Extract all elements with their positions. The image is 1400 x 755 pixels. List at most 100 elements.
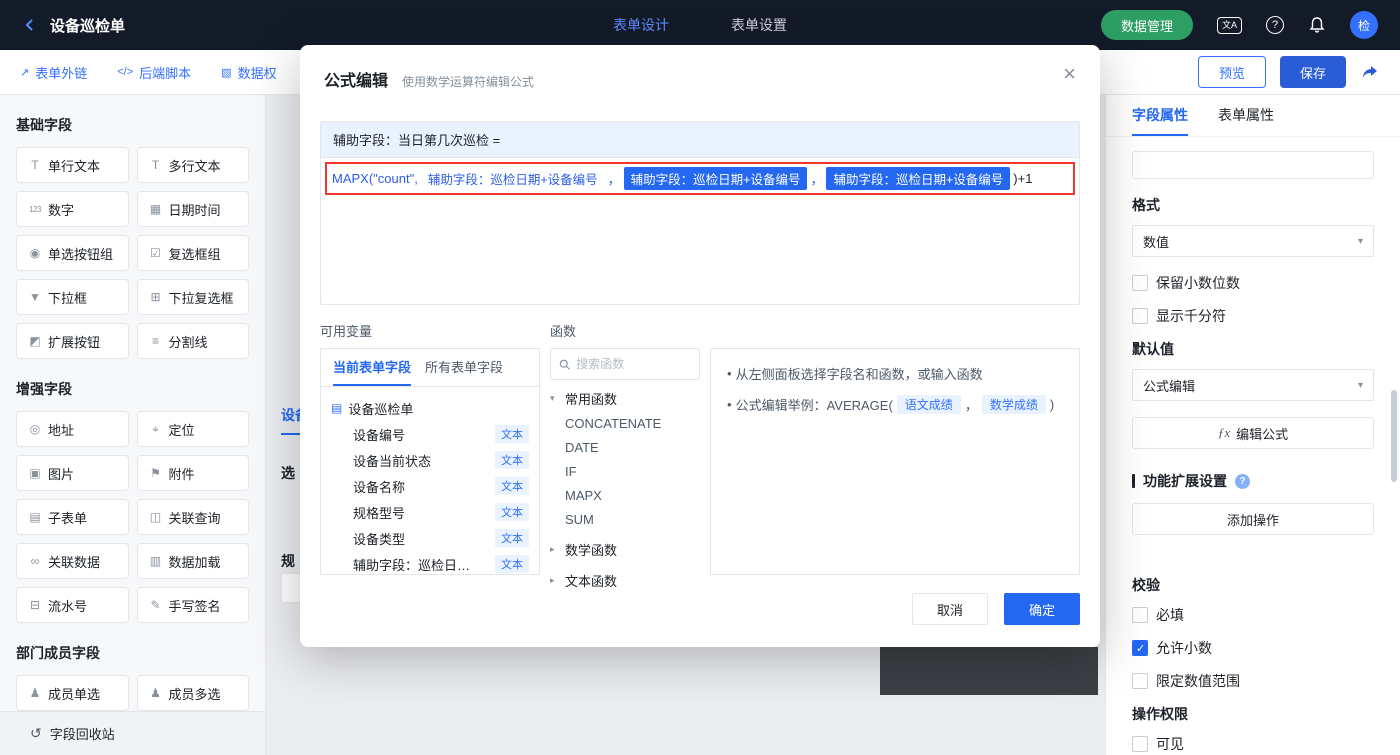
tab-form-settings[interactable]: 表单设置 xyxy=(731,15,787,35)
checkbox-allow-decimal[interactable]: 允许小数 xyxy=(1132,638,1374,658)
panel-scrollbar[interactable] xyxy=(1391,390,1397,482)
field-single-line-text[interactable]: T单行文本 xyxy=(16,147,129,183)
search-input[interactable] xyxy=(576,357,691,371)
field-radio-group[interactable]: ◉单选按钮组 xyxy=(16,235,129,271)
field-image[interactable]: ▣图片 xyxy=(16,455,129,491)
section-member-fields: 部门成员字段 xyxy=(16,643,249,663)
function-group-math[interactable]: ▸ 数学函数 xyxy=(550,536,700,562)
function-group-text[interactable]: ▸ 文本函数 xyxy=(550,567,700,593)
field-checkbox-group[interactable]: ☑复选框组 xyxy=(137,235,250,271)
formula-input-area[interactable]: MAPX("count", 辅助字段：巡检日期+设备编号 ， 辅助字段：巡检日期… xyxy=(321,158,1079,304)
function-item[interactable]: SUM xyxy=(550,507,700,531)
checkbox-required[interactable]: 必填 xyxy=(1132,605,1374,625)
field-label: 分割线 xyxy=(169,332,208,351)
data-permission-label: 数据权 xyxy=(238,63,277,82)
data-load-icon: ▥ xyxy=(147,554,165,568)
field-related-data[interactable]: ∞关联数据 xyxy=(16,543,129,579)
tab-form-properties[interactable]: 表单属性 xyxy=(1218,95,1274,136)
help-tip: ) xyxy=(1050,397,1054,412)
data-manage-button[interactable]: 数据管理 xyxy=(1101,10,1193,40)
tab-form-design[interactable]: 表单设计 xyxy=(613,15,669,35)
translate-icon[interactable]: 文A xyxy=(1217,17,1242,34)
field-title-input[interactable] xyxy=(1132,151,1374,179)
field-divider[interactable]: ≡分割线 xyxy=(137,323,250,359)
functions-panel: ▾ 常用函数 CONCATENATE DATE IF MAPX SUM ▸ 数学… xyxy=(550,348,700,575)
tree-field-row[interactable]: 规格型号文本 xyxy=(331,499,529,525)
checkbox-limit-range[interactable]: 限定数值范围 xyxy=(1132,671,1374,691)
tab-all-form-fields[interactable]: 所有表单字段 xyxy=(425,349,503,386)
field-chip-selected[interactable]: 辅助字段：巡检日期+设备编号 xyxy=(624,167,808,190)
cancel-button[interactable]: 取消 xyxy=(912,593,988,625)
field-multi-line-text[interactable]: T多行文本 xyxy=(137,147,250,183)
serial-number-icon: ⊟ xyxy=(26,598,44,612)
tree-field-row[interactable]: 设备名称文本 xyxy=(331,473,529,499)
field-location[interactable]: ⌖定位 xyxy=(137,411,250,447)
function-item[interactable]: CONCATENATE xyxy=(550,411,700,435)
tree-field-row[interactable]: 设备编号文本 xyxy=(331,421,529,447)
backend-script-link[interactable]: </> 后端脚本 xyxy=(117,63,191,82)
field-label: 关联数据 xyxy=(48,552,100,571)
field-member-single[interactable]: ♟成员单选 xyxy=(16,675,129,711)
function-item[interactable]: DATE xyxy=(550,435,700,459)
number-icon: 123 xyxy=(26,205,44,214)
field-related-query[interactable]: ◫关联查询 xyxy=(137,499,250,535)
field-attachment[interactable]: ⚑附件 xyxy=(137,455,250,491)
function-group-common[interactable]: ▾ 常用函数 xyxy=(550,385,700,411)
function-search[interactable] xyxy=(550,348,700,380)
field-datetime[interactable]: ▦日期时间 xyxy=(137,191,250,227)
close-icon[interactable]: × xyxy=(1063,63,1076,85)
help-icon[interactable]: ? xyxy=(1266,16,1284,34)
search-icon xyxy=(559,358,570,371)
avatar[interactable]: 检 xyxy=(1350,11,1378,39)
field-recycle-bin[interactable]: ↺ 字段回收站 xyxy=(0,711,265,755)
field-address[interactable]: ◎地址 xyxy=(16,411,129,447)
field-signature[interactable]: ✎手写签名 xyxy=(137,587,250,623)
topbar-tabs: 表单设计 表单设置 xyxy=(613,15,787,35)
checkbox-thousand-separator[interactable]: 显示千分符 xyxy=(1132,306,1374,326)
share-icon[interactable] xyxy=(1360,62,1380,82)
preview-button[interactable]: 预览 xyxy=(1198,56,1266,88)
example-field-chip: 语文成绩 xyxy=(897,395,961,414)
formula-line[interactable]: MAPX("count", 辅助字段：巡检日期+设备编号 ， 辅助字段：巡检日期… xyxy=(325,162,1075,195)
question-badge-icon[interactable]: ? xyxy=(1235,474,1250,489)
field-label: 定位 xyxy=(169,420,195,439)
bell-icon[interactable] xyxy=(1308,16,1326,34)
confirm-button[interactable]: 确定 xyxy=(1004,593,1080,625)
form-name: 设备巡检单 xyxy=(348,399,413,418)
field-number[interactable]: 123数字 xyxy=(16,191,129,227)
field-data-load[interactable]: ▥数据加载 xyxy=(137,543,250,579)
field-dropdown-multi[interactable]: ⊞下拉复选框 xyxy=(137,279,250,315)
tree-field-row[interactable]: 辅助字段：巡检日期+...文本 xyxy=(331,551,529,575)
field-extend-button[interactable]: ◩扩展按钮 xyxy=(16,323,129,359)
multi-line-text-icon: T xyxy=(147,158,165,172)
field-chip-selected[interactable]: 辅助字段：巡检日期+设备编号 xyxy=(826,167,1010,190)
field-serial-number[interactable]: ⊟流水号 xyxy=(16,587,129,623)
tree-form-node[interactable]: ▤ 设备巡检单 xyxy=(331,395,529,421)
checkbox-visible[interactable]: 可见 xyxy=(1132,734,1374,754)
data-permission-link[interactable]: ▧ 数据权 xyxy=(221,63,276,82)
format-select[interactable]: 数值 ▾ xyxy=(1132,225,1374,257)
document-icon: ▤ xyxy=(331,401,342,415)
field-member-multi[interactable]: ♟成员多选 xyxy=(137,675,250,711)
function-item[interactable]: IF xyxy=(550,459,700,483)
format-label: 格式 xyxy=(1132,195,1374,215)
field-subform[interactable]: ▤子表单 xyxy=(16,499,129,535)
tab-field-properties[interactable]: 字段属性 xyxy=(1132,95,1188,136)
default-value-select[interactable]: 公式编辑 ▾ xyxy=(1132,369,1374,401)
modal-title: 公式编辑 xyxy=(324,67,388,91)
function-item[interactable]: MAPX xyxy=(550,483,700,507)
tree-field-row[interactable]: 设备类型文本 xyxy=(331,525,529,551)
checkbox-label: 限定数值范围 xyxy=(1156,671,1240,691)
edit-formula-button[interactable]: ƒx 编辑公式 xyxy=(1132,417,1374,449)
back-icon[interactable] xyxy=(22,17,38,33)
field-chip[interactable]: 辅助字段：巡检日期+设备编号 xyxy=(421,167,605,190)
form-external-link[interactable]: ↗ 表单外链 xyxy=(20,63,87,82)
field-name: 设备类型 xyxy=(353,529,405,548)
tree-field-row[interactable]: 设备当前状态文本 xyxy=(331,447,529,473)
add-action-button[interactable]: 添加操作 xyxy=(1132,503,1374,535)
member-multi-icon: ♟ xyxy=(147,686,165,700)
tab-current-form-fields[interactable]: 当前表单字段 xyxy=(333,349,411,386)
save-button[interactable]: 保存 xyxy=(1280,56,1346,88)
checkbox-keep-decimal-places[interactable]: 保留小数位数 xyxy=(1132,273,1374,293)
field-dropdown[interactable]: ▼下拉框 xyxy=(16,279,129,315)
